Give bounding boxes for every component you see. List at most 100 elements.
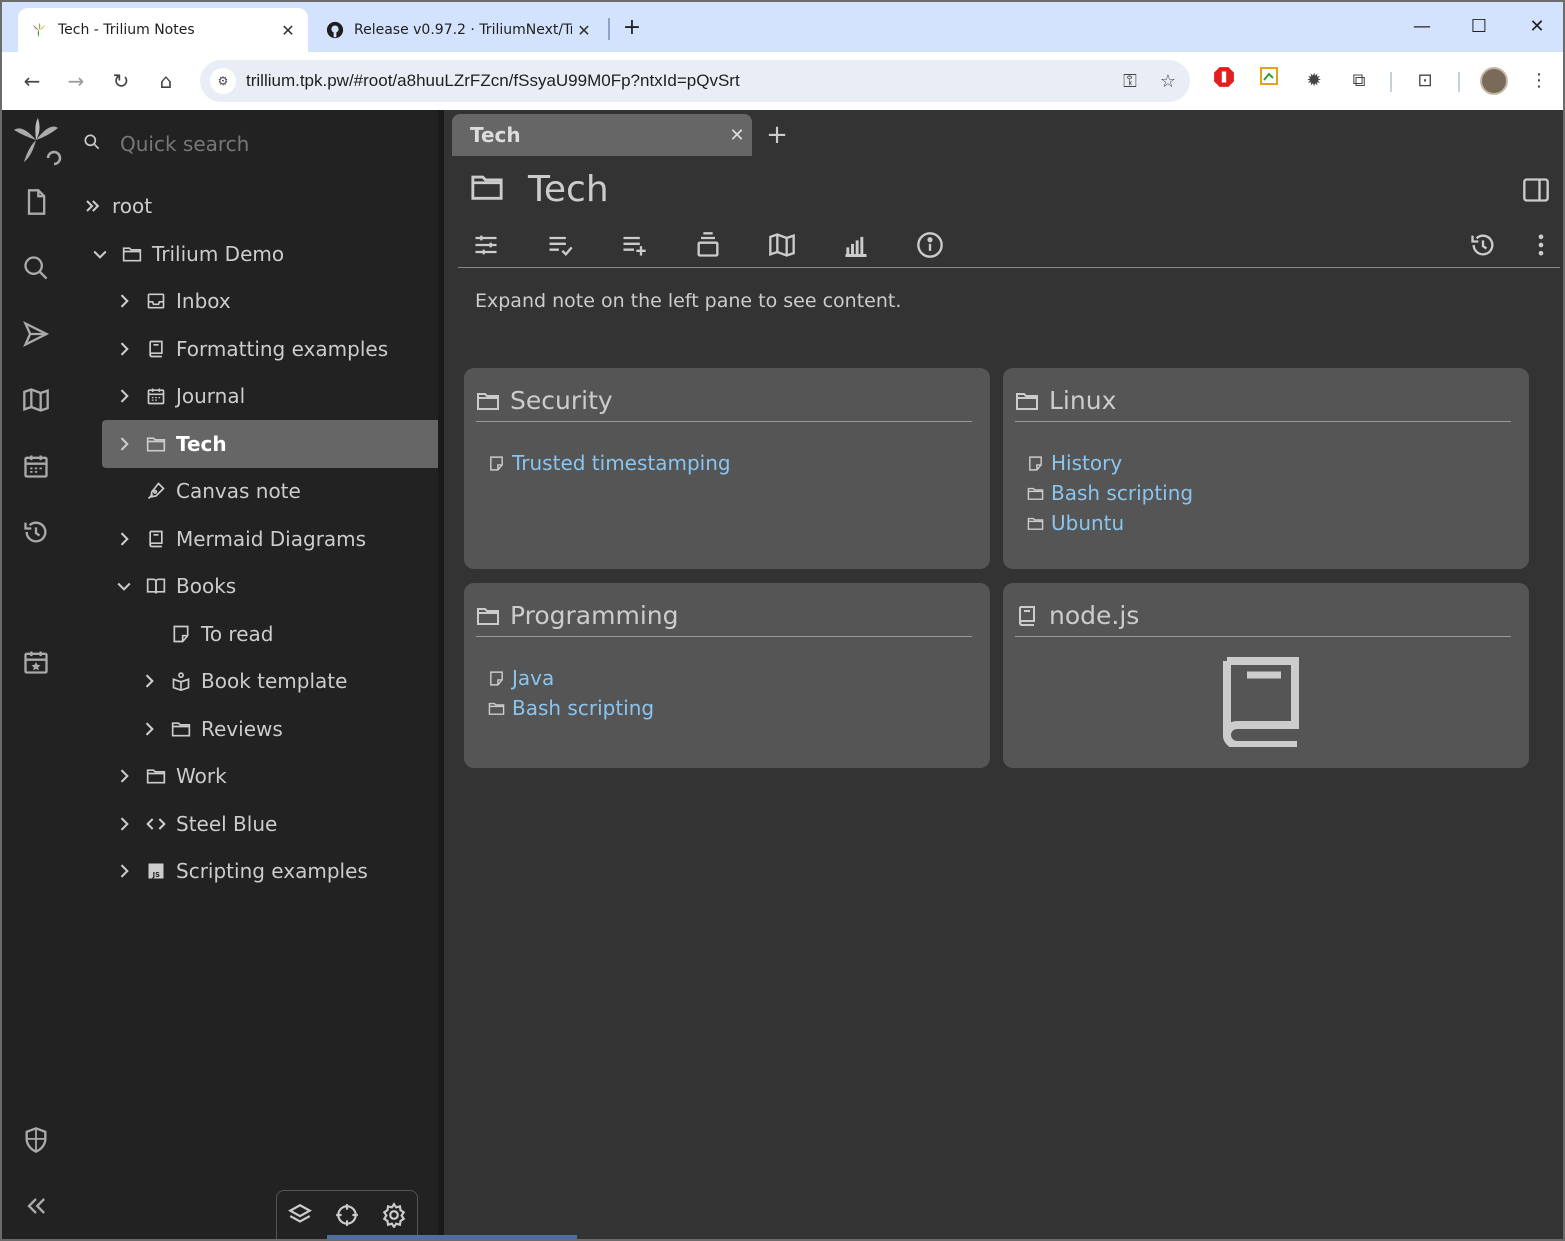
info-icon[interactable] <box>913 228 947 262</box>
close-tab-icon[interactable]: ✕ <box>572 21 596 40</box>
note-title[interactable]: Tech <box>528 169 609 210</box>
chevron-right-icon[interactable] <box>112 527 136 551</box>
tree-node-to-read[interactable]: To read <box>137 610 273 658</box>
card-title[interactable]: Programming <box>510 601 679 630</box>
browser-tab-trilium[interactable]: Tech - Trilium Notes ✕ <box>18 8 308 52</box>
card-link-label[interactable]: Bash scripting <box>512 696 654 720</box>
close-note-tab-icon[interactable]: ✕ <box>722 125 752 146</box>
card-title[interactable]: node.js <box>1049 601 1139 630</box>
chevron-right-icon[interactable] <box>112 289 136 313</box>
home-button[interactable]: ⌂ <box>150 65 182 97</box>
note-card-programming[interactable]: Programming Java Bash scripting <box>464 583 990 768</box>
url-text[interactable]: trillium.tpk.pw/#root/a8huuLZrFZcn/fSsya… <box>246 71 1114 91</box>
tree-node-reviews[interactable]: Reviews <box>137 705 283 753</box>
profile-avatar[interactable] <box>1480 67 1508 95</box>
forward-button[interactable]: → <box>60 65 92 97</box>
map-icon[interactable] <box>16 380 56 420</box>
calendar-icon[interactable] <box>16 446 56 486</box>
trilium-logo-icon[interactable] <box>10 114 62 170</box>
card-title[interactable]: Linux <box>1049 386 1116 415</box>
extensions-puzzle-icon[interactable]: ⧉ <box>1344 66 1374 96</box>
note-properties-icon[interactable] <box>469 228 503 262</box>
right-pane-toggle-icon[interactable] <box>1522 176 1550 204</box>
settings-gear-icon[interactable] <box>378 1199 410 1231</box>
new-note-icon[interactable] <box>16 182 56 222</box>
checklist-icon[interactable] <box>543 228 577 262</box>
maximize-button[interactable]: ☐ <box>1459 12 1499 42</box>
quick-search-input[interactable] <box>120 132 420 156</box>
crosshair-icon[interactable] <box>331 1199 363 1231</box>
browser-tab-github[interactable]: Release v0.97.2 · TriliumNext/Tri ✕ <box>314 8 604 52</box>
collapse-left-icon[interactable] <box>16 1186 56 1226</box>
site-info-icon[interactable]: ⚙ <box>210 68 236 94</box>
today-calendar-icon[interactable] <box>16 642 56 682</box>
tab-search-icon[interactable]: ⊡ <box>1410 66 1440 96</box>
chevron-down-icon[interactable] <box>112 574 136 598</box>
card-link-label[interactable]: History <box>1051 451 1122 475</box>
card-header[interactable]: Programming <box>476 595 972 637</box>
tree-node-steel-blue[interactable]: Steel Blue <box>112 800 277 848</box>
card-link[interactable]: Ubuntu <box>1027 508 1193 538</box>
address-bar[interactable]: ⚙ trillium.tpk.pw/#root/a8huuLZrFZcn/fSs… <box>200 60 1190 102</box>
close-window-button[interactable]: ✕ <box>1517 12 1557 42</box>
close-tab-icon[interactable]: ✕ <box>276 21 300 40</box>
chevron-right-icon[interactable] <box>112 432 136 456</box>
history-icon[interactable] <box>16 512 56 552</box>
chevron-right-icon[interactable] <box>112 859 136 883</box>
note-card-node-js[interactable]: node.js <box>1003 583 1529 768</box>
stack-icon[interactable] <box>691 228 725 262</box>
card-header[interactable]: node.js <box>1015 595 1511 637</box>
card-link-label[interactable]: Trusted timestamping <box>512 451 731 475</box>
horizontal-scrollbar[interactable] <box>327 1235 577 1239</box>
reload-button[interactable]: ↻ <box>105 65 137 97</box>
note-card-security[interactable]: Security Trusted timestamping <box>464 368 990 569</box>
back-button[interactable]: ← <box>16 65 48 97</box>
tree-node-scripting-examples[interactable]: JS Scripting examples <box>112 847 368 895</box>
card-link[interactable]: Bash scripting <box>1027 478 1193 508</box>
card-title[interactable]: Security <box>510 386 613 415</box>
shield-icon[interactable] <box>16 1120 56 1160</box>
card-link[interactable]: Java <box>488 663 654 693</box>
tree-node-inbox[interactable]: Inbox <box>112 277 231 325</box>
revision-history-icon[interactable] <box>1466 228 1500 262</box>
tree-node-trilium-demo[interactable]: Trilium Demo <box>88 230 284 278</box>
tree-node-canvas-note[interactable]: Canvas note <box>112 467 301 515</box>
tree-node-work[interactable]: Work <box>112 752 227 800</box>
chevron-right-icon[interactable] <box>112 812 136 836</box>
card-link-label[interactable]: Bash scripting <box>1051 481 1193 505</box>
tree-node-book-template[interactable]: Book template <box>137 657 347 705</box>
card-header[interactable]: Linux <box>1015 380 1511 422</box>
card-header[interactable]: Security <box>476 380 972 422</box>
card-link[interactable]: History <box>1027 448 1193 478</box>
tree-node-books[interactable]: Books <box>112 562 236 610</box>
color-picker-extension-icon[interactable] <box>1254 66 1284 96</box>
chevron-right-icon[interactable] <box>137 717 161 741</box>
chevron-right-icon[interactable] <box>112 764 136 788</box>
map-icon[interactable] <box>765 228 799 262</box>
tree-node-root[interactable]: root <box>80 182 152 230</box>
tree-node-tech[interactable]: Tech <box>102 419 440 468</box>
tree-node-journal[interactable]: Journal <box>112 372 245 420</box>
password-key-icon[interactable]: ⚿ <box>1114 71 1146 92</box>
new-note-tab-button[interactable]: + <box>762 120 792 150</box>
send-icon[interactable] <box>16 314 56 354</box>
bar-chart-icon[interactable] <box>839 228 873 262</box>
note-card-linux[interactable]: Linux History Bash scripting Ubuntu <box>1003 368 1529 569</box>
chevron-right-icon[interactable] <box>112 384 136 408</box>
add-list-icon[interactable] <box>617 228 651 262</box>
folder-icon[interactable] <box>470 170 504 208</box>
tree-node-formatting-examples[interactable]: Formatting examples <box>112 325 388 373</box>
chevron-right-icon[interactable] <box>137 669 161 693</box>
note-tab-tech[interactable]: Tech ✕ <box>452 114 752 156</box>
adblock-extension-icon[interactable] <box>1209 66 1239 96</box>
card-link-label[interactable]: Java <box>512 666 554 690</box>
layers-icon[interactable] <box>284 1199 316 1231</box>
minimize-button[interactable]: — <box>1402 12 1442 42</box>
gear-extension-icon[interactable]: ✹ <box>1299 66 1329 96</box>
more-menu-icon[interactable] <box>1524 228 1558 262</box>
new-tab-button[interactable]: + <box>618 14 646 42</box>
search-icon[interactable] <box>16 248 56 288</box>
card-link[interactable]: Bash scripting <box>488 693 654 723</box>
chevron-right-icon[interactable] <box>112 337 136 361</box>
chevron-down-icon[interactable] <box>88 242 112 266</box>
